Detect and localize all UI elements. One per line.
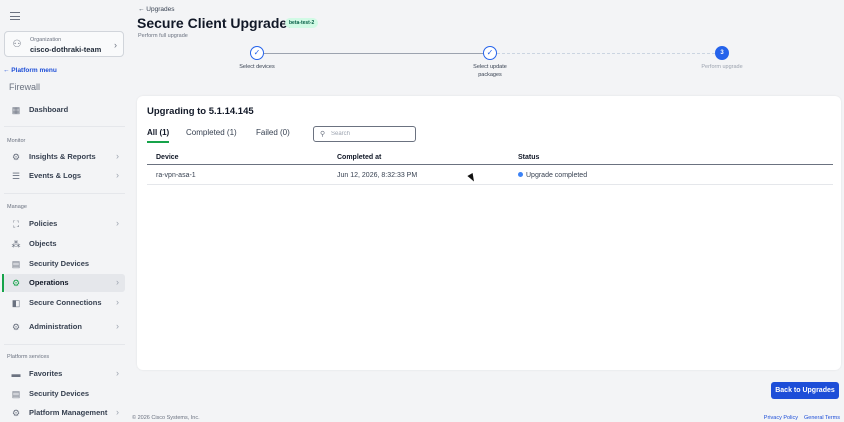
organization-icon: ⚇ — [12, 39, 22, 50]
chevron-right-icon: › — [116, 297, 119, 307]
search-icon: ⚲ — [320, 131, 326, 138]
back-to-upgrades-button[interactable]: Back to Upgrades — [771, 382, 839, 399]
security-devices-icon: ▤ — [11, 389, 21, 399]
sidebar-item-label: Events & Logs — [29, 171, 82, 180]
status-dot-icon — [518, 171, 523, 177]
step-label-select-update-packages: Select update packages — [455, 63, 525, 79]
search-box[interactable]: ⚲ — [313, 126, 416, 142]
organization-name: cisco-dothraki-team — [30, 45, 102, 54]
insights-icon: ⚙ — [11, 152, 21, 162]
tab-completed[interactable]: Completed (1) — [186, 128, 237, 137]
chevron-right-icon: › — [116, 407, 119, 417]
step-label-line: packages — [478, 72, 502, 78]
check-icon: ✓ — [250, 46, 264, 60]
sidebar-item-events-logs[interactable]: ☰ Events & Logs › — [4, 167, 125, 185]
stepper-connector — [264, 53, 483, 54]
chevron-right-icon: › — [114, 40, 117, 50]
hamburger-menu-icon[interactable] — [10, 12, 20, 23]
sidebar-item-label: Insights & Reports — [29, 152, 96, 161]
sidebar-item-label: Dashboard — [29, 105, 69, 114]
step-label-perform-upgrade: Perform upgrade — [701, 64, 743, 70]
check-icon: ✓ — [483, 46, 497, 60]
sidebar-item-operations[interactable]: ⚙ Operations › — [2, 274, 125, 292]
objects-icon: ⁂ — [11, 239, 21, 249]
group-label-platform-services: Platform services — [7, 354, 50, 360]
sidebar-item-label: Secure Connections — [29, 298, 102, 307]
privacy-policy-link[interactable]: Privacy Policy — [764, 415, 798, 421]
sidebar-item-label: Objects — [29, 239, 57, 248]
step-label-line: Select update — [473, 64, 507, 70]
section-title: Firewall — [9, 82, 41, 92]
step-label-select-devices: Select devices — [239, 64, 275, 70]
column-header-completed-at: Completed at — [337, 154, 382, 161]
footer-copyright: © 2026 Cisco Systems, Inc. — [132, 415, 200, 421]
sidebar-item-security-devices[interactable]: ▤ Security Devices — [4, 255, 125, 273]
group-label-manage: Manage — [7, 204, 27, 210]
divider — [4, 193, 125, 194]
sidebar-item-label: Operations — [29, 278, 69, 287]
column-header-device: Device — [156, 154, 179, 161]
bookmark-icon: ▬ — [11, 369, 21, 379]
column-header-status: Status — [518, 154, 540, 161]
status-text: Upgrade completed — [526, 172, 588, 179]
platform-management-icon: ⚙ — [11, 408, 21, 418]
page-title: Secure Client Upgrades — [137, 15, 295, 31]
cell-completed-at: Jun 12, 2026, 8:32:33 PM — [337, 172, 418, 179]
sidebar-item-insights-reports[interactable]: ⚙ Insights & Reports › — [4, 148, 125, 166]
sidebar-item-label: Security Devices — [29, 259, 90, 268]
organization-switcher[interactable]: ⚇ Organization cisco-dothraki-team › — [4, 31, 124, 57]
cell-device: ra-vpn-asa-1 — [156, 172, 196, 179]
chevron-right-icon: › — [116, 277, 119, 287]
row-divider — [147, 184, 833, 185]
chevron-right-icon: › — [116, 321, 119, 331]
tab-failed[interactable]: Failed (0) — [256, 128, 290, 137]
divider — [4, 344, 125, 345]
sidebar-item-administration[interactable]: ⚙ Administration › — [4, 318, 125, 336]
shield-icon: ◧ — [11, 298, 21, 308]
search-input[interactable] — [331, 129, 411, 139]
chevron-right-icon: › — [116, 170, 119, 180]
tab-all[interactable]: All (1) — [147, 128, 169, 137]
sidebar-item-objects[interactable]: ⁂ Objects — [4, 235, 125, 253]
upgrade-results-card: Upgrading to 5.1.14.145 All (1) Complete… — [137, 96, 841, 370]
sidebar-item-secure-connections[interactable]: ◧ Secure Connections › — [4, 294, 125, 312]
active-tab-indicator — [147, 141, 169, 143]
card-title: Upgrading to 5.1.14.145 — [147, 106, 254, 117]
back-to-upgrades-link[interactable]: ← Upgrades — [138, 6, 175, 13]
sidebar-item-label: Security Devices — [29, 389, 90, 398]
platform-menu-link[interactable]: ← Platform menu — [3, 67, 57, 74]
general-terms-link[interactable]: General Terms — [804, 415, 840, 421]
sidebar-item-label: Platform Management — [29, 408, 108, 417]
badge: beta-test-2 — [285, 18, 319, 28]
sidebar-item-label: Administration — [29, 322, 82, 331]
page-subtitle: Perform full upgrade — [138, 33, 188, 39]
sidebar-item-platform-security-devices[interactable]: ▤ Security Devices — [4, 385, 125, 403]
policies-icon: ⛶ — [12, 219, 20, 229]
sidebar-item-label: Policies — [29, 219, 58, 228]
chevron-right-icon: › — [116, 151, 119, 161]
cell-status: Upgrade completed — [518, 171, 588, 179]
events-icon: ☰ — [11, 171, 21, 181]
footer-links: Privacy Policy General Terms — [758, 415, 840, 421]
operations-icon: ⚙ — [11, 278, 21, 288]
sidebar-item-label: Favorites — [29, 369, 63, 378]
gear-icon: ⚙ — [11, 322, 21, 332]
table-header-divider — [147, 164, 833, 165]
group-label-monitor: Monitor — [7, 138, 26, 144]
organization-label: Organization — [30, 37, 62, 43]
security-devices-icon: ▤ — [11, 259, 21, 269]
sidebar-item-policies[interactable]: ⛶ Policies › — [4, 215, 125, 233]
chevron-right-icon: › — [116, 218, 119, 228]
stepper-connector — [497, 53, 715, 54]
step-current-indicator: 3 — [715, 46, 729, 60]
sidebar: ⚇ Organization cisco-dothraki-team › ← P… — [0, 0, 127, 422]
sidebar-item-platform-management[interactable]: ⚙ Platform Management › — [4, 404, 125, 422]
dashboard-icon: ▦ — [11, 105, 21, 115]
divider — [4, 126, 125, 127]
sidebar-item-favorites[interactable]: ▬ Favorites › — [4, 365, 125, 383]
chevron-right-icon: › — [116, 368, 119, 378]
sidebar-item-dashboard[interactable]: ▦ Dashboard — [4, 101, 125, 119]
